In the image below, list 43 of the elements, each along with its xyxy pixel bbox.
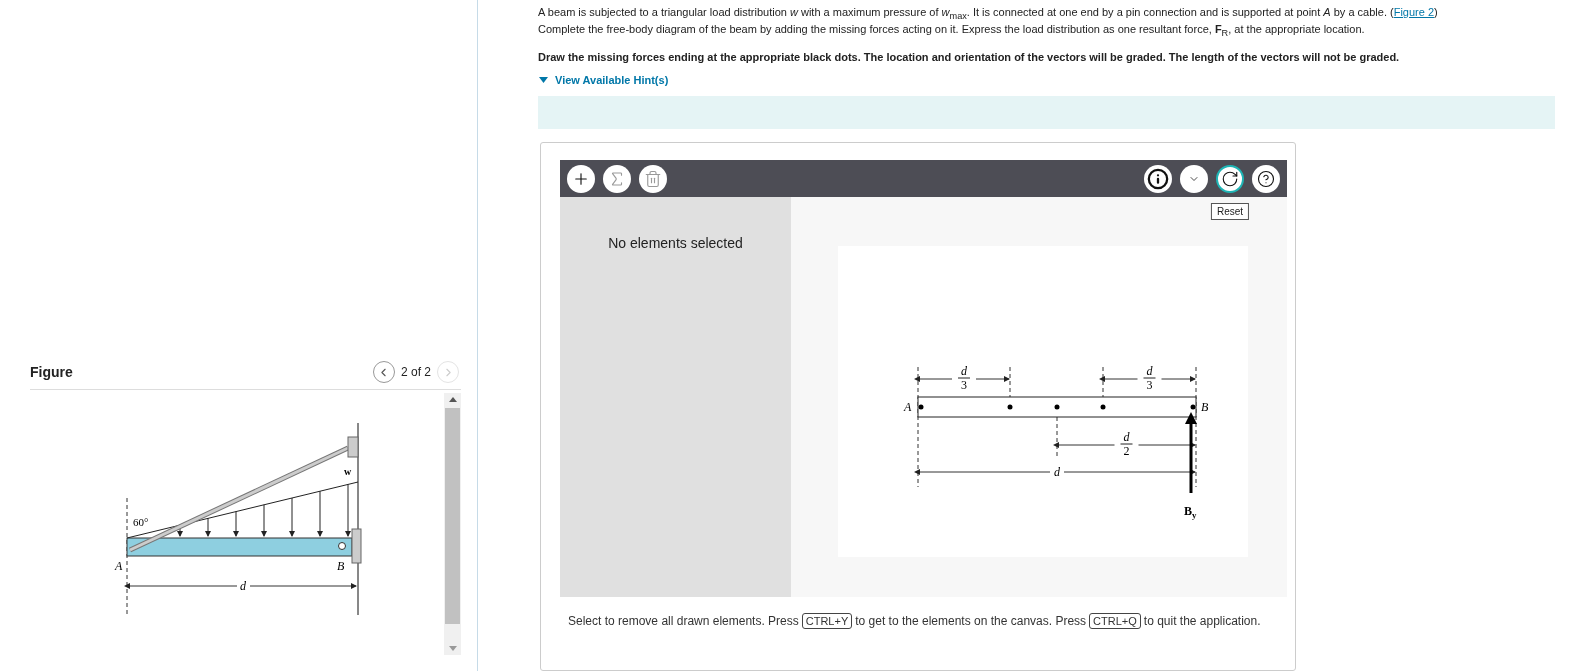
point-label: A: [115, 559, 123, 573]
info-icon: [1147, 167, 1169, 190]
help-button[interactable]: [1252, 164, 1280, 193]
force-arrow[interactable]: [1185, 412, 1197, 494]
angle-label: 60°: [133, 516, 149, 528]
reset-icon: [1221, 169, 1239, 188]
trash-icon: [644, 169, 662, 188]
keyboard-key: CTRL+Q: [1089, 613, 1141, 630]
anchor-dot: [1054, 404, 1060, 410]
anchor-dot: [918, 404, 924, 410]
anchor-dot: [1190, 404, 1196, 410]
panel-title: Figure: [30, 364, 73, 380]
scrollbar[interactable]: [444, 393, 461, 655]
keyboard-key: CTRL+Y: [801, 613, 853, 630]
anchor-dot: [1100, 404, 1106, 410]
help-text: Select to remove all drawn elements. Press CTRL+Y to get to the elements on the canvas. Press CTRL+Q to quit the application.: [568, 612, 1262, 632]
point-label: B: [1201, 400, 1209, 415]
fraction-label: d 2: [1120, 430, 1133, 459]
instruction-text: Draw the missing forces ending at the appropriate black dots. The location and orientation of the vectors will be graded. The length of the vectors will not be graded.: [538, 50, 1401, 65]
add-button[interactable]: [567, 164, 595, 193]
load-label: w: [344, 466, 352, 477]
force-label: B$_{y}$: [1184, 504, 1197, 521]
reference-line: [1009, 366, 1011, 398]
info-button[interactable]: [1144, 164, 1172, 193]
page-counter: 2 of 2: [400, 365, 431, 379]
problem-text: A beam is subjected to a triangular load distribution w with a maximum pressure of w$_{max}$. It is connected at one end by a pin connection and is supported at point A by a cable. (Figure 2): [538, 6, 1439, 24]
reference-line: [1102, 366, 1104, 398]
anchor-dot: [1007, 404, 1013, 410]
help-icon: [1257, 169, 1275, 188]
previous-button[interactable]: [372, 361, 395, 383]
more-button[interactable]: [1180, 164, 1208, 193]
fraction-label: d 3: [957, 364, 971, 393]
point-label: A: [904, 400, 912, 415]
point-label: B: [337, 559, 345, 573]
length-label: d: [1054, 465, 1060, 480]
fraction-label: d 3: [1143, 364, 1156, 393]
up-arrow-icon[interactable]: [448, 397, 457, 402]
selection-status: No elements selected: [608, 235, 743, 253]
drawing-canvas[interactable]: d 3 d 3 d 2 d A B B$_{y}$: [838, 246, 1248, 558]
length-label: d: [240, 579, 246, 593]
hint-toggle[interactable]: View Available Hint(s): [538, 74, 669, 87]
caret-icon: [539, 77, 548, 84]
problem-text: Complete the free-body diagram of the beam by adding the missing forces acting on it. Express the load distribution as one resultant force, F$_{R}$, at the appropriate location.: [538, 23, 1366, 41]
